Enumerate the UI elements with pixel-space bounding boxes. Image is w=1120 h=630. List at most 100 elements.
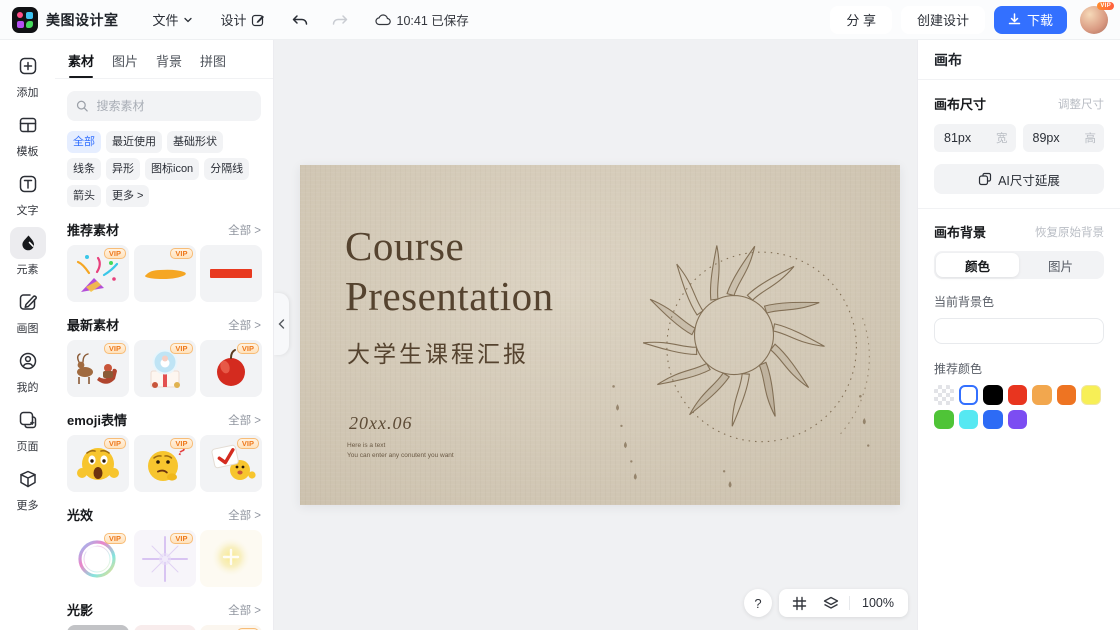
tab-materials[interactable]: 素材: [68, 51, 94, 78]
asset-tile-check-emoji[interactable]: VIP: [200, 435, 262, 492]
swatch-black[interactable]: [983, 385, 1003, 405]
swatch-purple[interactable]: [1008, 410, 1028, 430]
swatch-white[interactable]: [959, 385, 979, 405]
current-bg-color-field[interactable]: [934, 318, 1104, 344]
design-menu[interactable]: 设计: [221, 10, 265, 29]
asset-panel: 素材 图片 背景 拼图 全部 最近使用 基础形状 线条 异形 图标icon 分隔…: [55, 40, 274, 630]
asset-tile-party-popper[interactable]: VIP: [67, 245, 129, 302]
tab-images[interactable]: 图片: [112, 51, 138, 78]
red-rectangle-icon: [200, 245, 262, 302]
app-logo-icon[interactable]: [12, 7, 38, 33]
asset-tile-apple[interactable]: VIP: [200, 340, 262, 397]
chip-all[interactable]: 全部: [67, 131, 101, 153]
floating-toolbar: ? 100%: [744, 589, 908, 617]
chip-icons[interactable]: 图标icon: [145, 158, 199, 180]
swatch-yellow[interactable]: [1081, 385, 1101, 405]
swatch-orange[interactable]: [1057, 385, 1077, 405]
see-all-link[interactable]: 全部 >: [228, 507, 261, 523]
ai-resize-button[interactable]: AI尺寸延展: [934, 164, 1104, 194]
height-unit-label: 高: [1085, 130, 1097, 146]
see-all-link[interactable]: 全部 >: [228, 602, 261, 618]
profile-icon: [10, 345, 46, 377]
asset-tile-shocked-emoji[interactable]: VIP: [67, 435, 129, 492]
asset-tile-reindeer-sleigh[interactable]: VIP: [67, 340, 129, 397]
asset-tile-yellow-glow[interactable]: [200, 530, 262, 587]
swatch-blue[interactable]: [983, 410, 1003, 430]
download-button[interactable]: 下载: [994, 6, 1067, 34]
chip-dividers[interactable]: 分隔线: [204, 158, 249, 180]
sidebar-item-label: 画图: [17, 320, 39, 336]
asset-tile-brush-stroke[interactable]: VIP: [134, 245, 196, 302]
asset-tile-thinking-emoji[interactable]: VIP ?: [134, 435, 196, 492]
sidebar-item-more[interactable]: 更多: [5, 463, 51, 513]
undo-button[interactable]: [291, 12, 309, 28]
sidebar-item-label: 我的: [17, 379, 39, 395]
asset-tile-shadow-3[interactable]: VIP: [200, 625, 262, 630]
help-button[interactable]: ?: [744, 589, 772, 617]
chip-special-shapes[interactable]: 异形: [106, 158, 140, 180]
search-box[interactable]: [67, 91, 261, 121]
swatch-green[interactable]: [934, 410, 954, 430]
swatch-light-orange[interactable]: [1032, 385, 1052, 405]
asset-tile-bubble[interactable]: VIP: [67, 530, 129, 587]
chip-lines[interactable]: 线条: [67, 158, 101, 180]
panel-collapse-handle[interactable]: [274, 293, 289, 355]
chip-arrows[interactable]: 箭头: [67, 185, 101, 207]
search-input[interactable]: [95, 98, 253, 114]
swatch-cyan[interactable]: [959, 410, 979, 430]
chip-recent[interactable]: 最近使用: [106, 131, 162, 153]
redo-button[interactable]: [331, 12, 349, 28]
sidebar-item-elements[interactable]: 元素: [5, 227, 51, 277]
slide-title[interactable]: Course Presentation: [345, 221, 554, 321]
avatar-vip-badge: VIP: [1097, 2, 1114, 10]
slide-note-line2: You can enter any conutent you want: [347, 451, 454, 461]
layers-button[interactable]: [815, 589, 847, 617]
see-all-link[interactable]: 全部 >: [228, 222, 261, 238]
slide-subtitle[interactable]: 大学生课程汇报: [347, 335, 529, 369]
swatch-transparent[interactable]: [934, 385, 954, 405]
sidebar-item-text[interactable]: 文字: [5, 168, 51, 218]
share-button[interactable]: 分 享: [830, 6, 892, 34]
sidebar-item-add[interactable]: 添加: [5, 50, 51, 100]
tab-collage[interactable]: 拼图: [200, 51, 226, 78]
resize-link[interactable]: 调整尺寸: [1058, 96, 1104, 112]
tab-bg-color[interactable]: 颜色: [936, 253, 1019, 277]
width-input[interactable]: [942, 130, 988, 146]
zoom-level[interactable]: 100%: [852, 596, 904, 610]
restore-bg-link[interactable]: 恢复原始背景: [1035, 224, 1104, 240]
see-all-link[interactable]: 全部 >: [228, 317, 261, 333]
chip-basic-shapes[interactable]: 基础形状: [167, 131, 223, 153]
sidebar-item-templates[interactable]: 模板: [5, 109, 51, 159]
inspector-panel: 画布 画布尺寸 调整尺寸 宽 高 AI尺寸延展 画布背景 恢复原始背景 颜色 图…: [917, 40, 1120, 630]
swatch-red[interactable]: [1008, 385, 1028, 405]
asset-tile-snowglobe-gift[interactable]: VIP: [134, 340, 196, 397]
height-field[interactable]: 高: [1023, 124, 1105, 152]
tab-backgrounds[interactable]: 背景: [156, 51, 182, 78]
sidebar-item-mine[interactable]: 我的: [5, 345, 51, 395]
width-field[interactable]: 宽: [934, 124, 1016, 152]
grid-toggle-button[interactable]: [783, 589, 815, 617]
vip-badge: VIP: [104, 438, 126, 449]
file-menu[interactable]: 文件: [153, 10, 193, 29]
slide-title-line1: Course: [345, 221, 554, 271]
asset-tile-purple-flare[interactable]: VIP: [134, 530, 196, 587]
design-canvas[interactable]: Course Presentation 大学生课程汇报 20xx.06 Here…: [300, 165, 900, 505]
see-all-link[interactable]: 全部 >: [228, 412, 261, 428]
create-design-button[interactable]: 创建设计: [901, 6, 985, 34]
tab-bg-image[interactable]: 图片: [1019, 253, 1102, 277]
user-avatar[interactable]: VIP: [1080, 6, 1108, 34]
section-emoji: emoji表情 全部 > VIP VIP: [67, 411, 261, 492]
asset-tile-shadow-1[interactable]: [67, 625, 129, 630]
height-input[interactable]: [1031, 130, 1077, 146]
sun-illustration[interactable]: [576, 187, 892, 493]
asset-tile-red-rectangle[interactable]: [200, 245, 262, 302]
sidebar-item-draw[interactable]: 画图: [5, 286, 51, 336]
slide-note[interactable]: Here is a text You can enter any conuten…: [347, 441, 454, 461]
bg-type-segment: 颜色 图片: [934, 251, 1104, 279]
asset-tile-shadow-2[interactable]: [134, 625, 196, 630]
slide-date[interactable]: 20xx.06: [349, 413, 412, 434]
sidebar-item-pages[interactable]: 页面: [5, 404, 51, 454]
cloud-icon: [375, 13, 391, 26]
chip-more[interactable]: 更多 >: [106, 185, 149, 207]
vip-badge: VIP: [104, 343, 126, 354]
